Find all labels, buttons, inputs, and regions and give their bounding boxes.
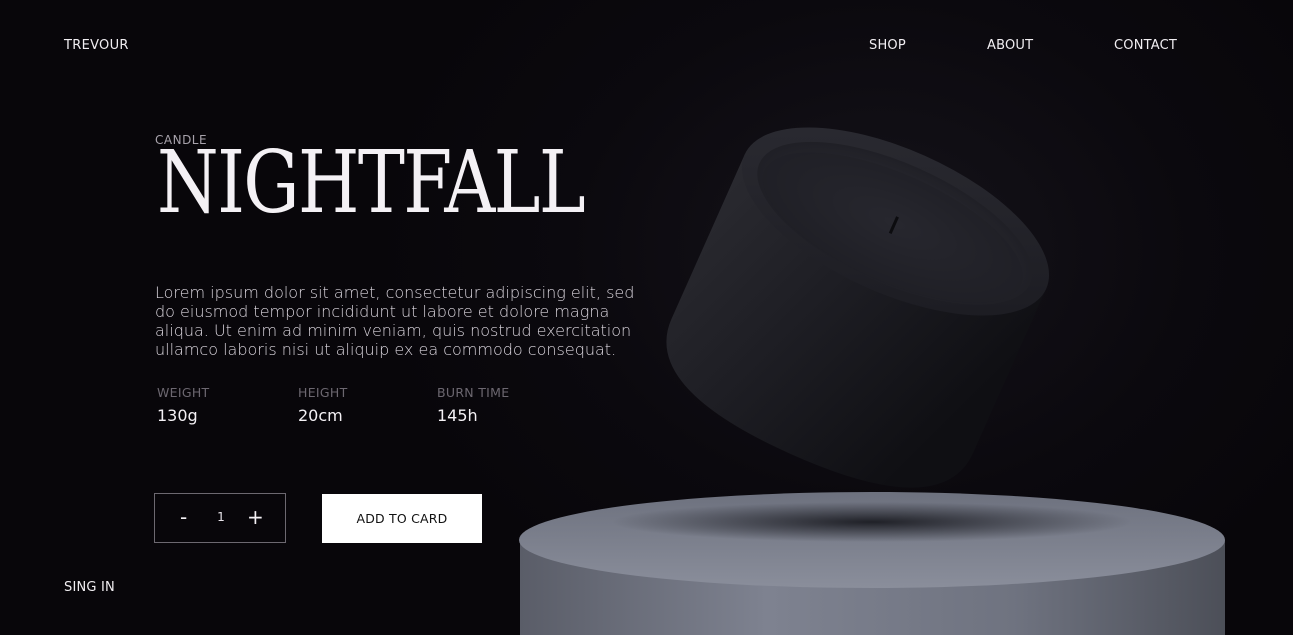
spec-value: 145h	[437, 406, 478, 425]
spec-weight: WEIGHT 130g	[157, 385, 209, 425]
spec-burn-time: BURN TIME 145h	[437, 385, 509, 425]
pedestal-icon	[519, 492, 1225, 635]
nav-shop[interactable]: SHOP	[869, 38, 906, 53]
spec-height: HEIGHT 20cm	[298, 385, 348, 425]
add-to-cart-button[interactable]: ADD TO CARD	[322, 494, 482, 543]
spec-value: 130g	[157, 406, 198, 425]
quantity-value: 1	[217, 510, 225, 524]
spec-label: HEIGHT	[298, 385, 348, 400]
product-title: NIGHTFALL	[157, 133, 586, 233]
candle-icon	[666, 127, 1050, 488]
spec-label: WEIGHT	[157, 385, 210, 400]
brand-logo[interactable]: TREVOUR	[64, 38, 129, 53]
spec-value: 20cm	[298, 406, 343, 425]
decrement-button[interactable]: -	[180, 506, 187, 528]
increment-button[interactable]: +	[247, 506, 264, 528]
quantity-stepper: - 1 +	[154, 493, 286, 543]
nav-contact[interactable]: CONTACT	[1114, 38, 1177, 53]
product-description: Lorem ipsum dolor sit amet, consectetur …	[155, 283, 635, 359]
spec-label: BURN TIME	[437, 385, 510, 400]
sign-in-link[interactable]: SING IN	[64, 580, 115, 595]
nav-about[interactable]: ABOUT	[987, 38, 1033, 53]
